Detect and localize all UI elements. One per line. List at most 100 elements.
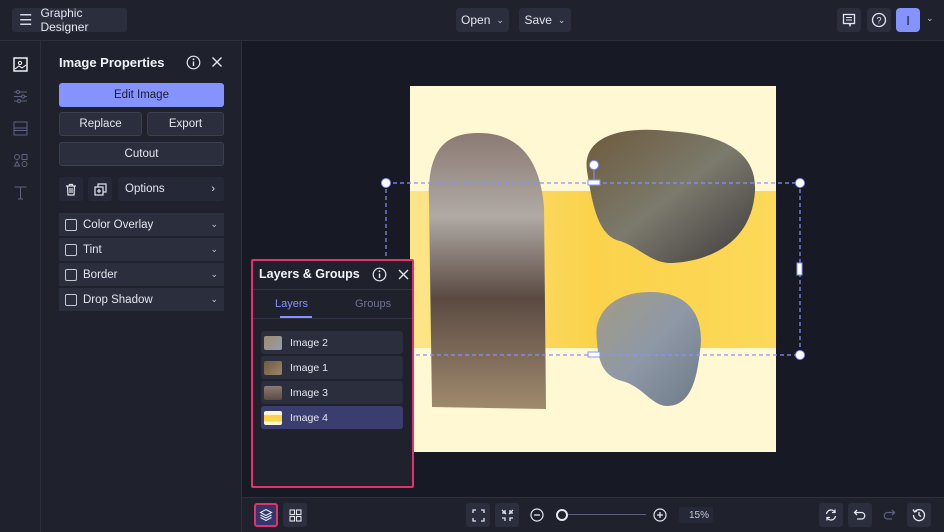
avatar[interactable]: I: [896, 8, 920, 32]
expand-icon: [471, 508, 485, 522]
svg-text:?: ?: [876, 16, 881, 26]
resize-handle-bottom[interactable]: [587, 351, 601, 358]
border-row[interactable]: Border ⌄: [59, 263, 224, 286]
arch-photo-image-3[interactable]: [428, 133, 546, 409]
layer-item[interactable]: Image 1: [261, 356, 403, 379]
chevron-down-icon: ⌄: [210, 269, 218, 279]
menu-button[interactable]: ☰ Graphic Designer: [12, 6, 127, 34]
drop-shadow-label: Drop Shadow: [83, 293, 153, 306]
zoom-slider-thumb[interactable]: [555, 509, 568, 521]
tab-layers[interactable]: Layers: [275, 298, 308, 310]
fit-screen-button[interactable]: [466, 503, 490, 527]
options-button[interactable]: Options ›: [118, 177, 224, 201]
border-checkbox[interactable]: [65, 268, 77, 281]
divider: [253, 318, 412, 319]
close-icon[interactable]: [398, 269, 409, 280]
shrink-icon: [501, 509, 513, 521]
save-label: Save: [524, 13, 552, 27]
color-overlay-checkbox[interactable]: [65, 218, 77, 231]
resize-handle-top[interactable]: [587, 179, 601, 186]
zoom-out-icon[interactable]: [530, 508, 544, 522]
drop-shadow-checkbox[interactable]: [65, 293, 77, 306]
open-button[interactable]: Open ⌄: [456, 8, 509, 32]
hamburger-icon: ☰: [19, 12, 33, 29]
layer-label: Image 1: [290, 361, 328, 374]
duplicate-icon: [93, 182, 107, 196]
refresh-icon: [825, 509, 837, 521]
comment-icon: [842, 13, 856, 27]
shrink-button[interactable]: [495, 503, 519, 527]
resize-handle-right[interactable]: [796, 262, 803, 276]
layer-thumbnail: [264, 385, 282, 400]
layer-item-selected[interactable]: Image 4: [261, 406, 403, 429]
history-button[interactable]: [907, 503, 931, 527]
close-icon[interactable]: [211, 56, 223, 68]
top-bar: ☰ Graphic Designer Open ⌄ Save ⌄ ? I ⌄: [0, 0, 944, 41]
panel-title: Image Properties: [59, 55, 165, 70]
trash-icon: [66, 183, 76, 196]
app-title: Graphic Designer: [40, 6, 89, 34]
chevron-down-icon: ⌄: [210, 294, 218, 304]
tab-groups[interactable]: Groups: [355, 298, 391, 310]
layer-item[interactable]: Image 3: [261, 381, 403, 404]
options-label: Options: [125, 183, 165, 195]
duplicate-button[interactable]: [88, 177, 112, 201]
reset-button[interactable]: [819, 503, 843, 527]
save-button[interactable]: Save ⌄: [519, 8, 571, 32]
rotate-handle[interactable]: [589, 160, 599, 170]
chevron-right-icon: ›: [211, 183, 215, 195]
info-icon[interactable]: [372, 267, 387, 282]
resize-handle-tr[interactable]: [795, 178, 805, 188]
cutout-button[interactable]: Cutout: [59, 142, 224, 166]
divider: [253, 289, 412, 290]
layer-thumbnail: [264, 335, 282, 350]
zoom-level-field[interactable]: 15%: [679, 507, 713, 523]
color-overlay-label: Color Overlay: [83, 218, 154, 231]
drop-shadow-row[interactable]: Drop Shadow ⌄: [59, 288, 224, 311]
text-icon[interactable]: [10, 182, 30, 202]
tool-rail: [0, 41, 41, 532]
color-overlay-row[interactable]: Color Overlay ⌄: [59, 213, 224, 236]
help-icon: ?: [871, 12, 887, 28]
comments-button[interactable]: [837, 8, 861, 32]
layer-thumbnail: [264, 360, 282, 375]
tint-checkbox[interactable]: [65, 243, 77, 256]
undo-button[interactable]: [848, 503, 872, 527]
layers-panel-title: Layers & Groups: [259, 267, 360, 281]
layers-toggle-button[interactable]: [254, 503, 278, 527]
chevron-down-icon: ⌄: [496, 14, 504, 25]
layer-label: Image 3: [290, 386, 328, 399]
chevron-down-icon: ⌄: [557, 14, 566, 25]
layer-label: Image 4: [290, 411, 328, 424]
redo-icon: [883, 509, 896, 520]
background-icon[interactable]: [10, 118, 30, 138]
resize-handle-tl[interactable]: [381, 178, 391, 188]
delete-button[interactable]: [59, 177, 83, 201]
redo-button[interactable]: [877, 503, 901, 527]
layer-item[interactable]: Image 2: [261, 331, 403, 354]
grid-button[interactable]: [283, 503, 307, 527]
bottom-toolbar: 15%: [242, 497, 944, 532]
tint-row[interactable]: Tint ⌄: [59, 238, 224, 261]
layers-groups-panel: Layers & Groups Layers Groups Image 2 Im…: [251, 259, 414, 488]
tint-label: Tint: [83, 243, 102, 256]
export-button[interactable]: Export: [147, 112, 224, 136]
layers-icon: [259, 508, 273, 522]
grid-icon: [288, 508, 302, 522]
resize-handle-br[interactable]: [795, 350, 805, 360]
replace-button[interactable]: Replace: [59, 112, 142, 136]
layer-label: Image 2: [290, 336, 328, 349]
adjustments-icon[interactable]: [10, 86, 30, 106]
image-properties-panel: Image Properties Edit Image Replace Expo…: [41, 41, 242, 532]
help-button[interactable]: ?: [867, 8, 891, 32]
account-chevron-icon[interactable]: ⌄: [926, 13, 934, 24]
border-label: Border: [83, 268, 118, 281]
image-icon[interactable]: [10, 54, 30, 74]
zoom-in-icon[interactable]: [653, 508, 667, 522]
edit-image-button[interactable]: Edit Image: [59, 83, 224, 107]
info-icon[interactable]: [186, 55, 201, 70]
shapes-icon[interactable]: [10, 150, 30, 170]
zoom-slider-track[interactable]: [560, 514, 646, 515]
undo-icon: [853, 509, 866, 520]
layer-thumbnail: [264, 410, 282, 425]
